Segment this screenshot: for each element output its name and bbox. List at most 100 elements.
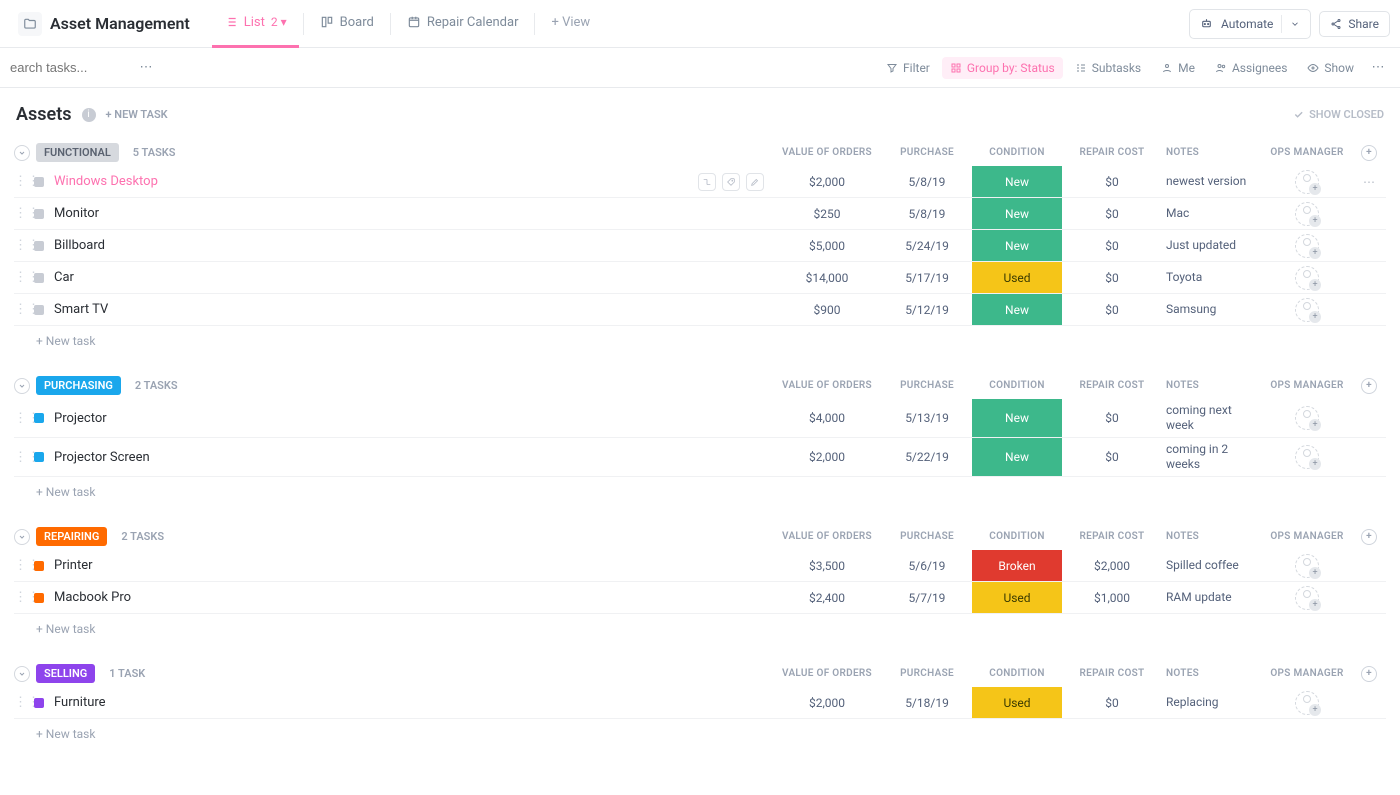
drag-handle-icon[interactable]: ⋮⋮ <box>14 695 32 710</box>
cell-value[interactable]: $4,000 <box>772 411 882 425</box>
drag-handle-icon[interactable]: ⋮⋮ <box>14 558 32 573</box>
cell-ops-manager[interactable] <box>1262 691 1352 715</box>
status-square-icon[interactable] <box>34 561 44 571</box>
cell-condition[interactable]: New <box>972 294 1062 325</box>
task-name[interactable]: Monitor <box>54 200 772 227</box>
cell-ops-manager[interactable] <box>1262 554 1352 578</box>
cell-notes[interactable]: Samsung <box>1162 298 1262 321</box>
new-task-button[interactable]: + NEW TASK <box>106 108 168 121</box>
collapse-toggle[interactable] <box>14 529 30 545</box>
task-row[interactable]: ⋮⋮Windows Desktop$2,0005/8/19New$0newest… <box>14 166 1386 198</box>
cell-condition[interactable]: Broken <box>972 550 1062 581</box>
me-button[interactable]: Me <box>1153 57 1203 79</box>
task-name[interactable]: Smart TV <box>54 296 772 323</box>
task-name[interactable]: Printer <box>54 552 772 579</box>
cell-value[interactable]: $900 <box>772 303 882 317</box>
task-row[interactable]: ⋮⋮Billboard$5,0005/24/19New$0Just update… <box>14 230 1386 262</box>
group-new-task-button[interactable]: + New task <box>14 326 1386 350</box>
condition-badge[interactable]: Used <box>972 582 1062 613</box>
add-column-button[interactable]: + <box>1352 666 1386 682</box>
cell-repair-cost[interactable]: $2,000 <box>1062 559 1162 573</box>
cell-purchase[interactable]: 5/7/19 <box>882 591 972 605</box>
drag-handle-icon[interactable]: ⋮⋮ <box>14 270 32 285</box>
cell-purchase[interactable]: 5/8/19 <box>882 207 972 221</box>
cell-purchase[interactable]: 5/22/19 <box>882 450 972 464</box>
show-closed-button[interactable]: SHOW CLOSED <box>1293 108 1384 121</box>
chevron-down-icon[interactable] <box>1290 19 1300 29</box>
collapse-toggle[interactable] <box>14 666 30 682</box>
assign-avatar-icon[interactable] <box>1295 554 1319 578</box>
cell-condition[interactable]: New <box>972 166 1062 197</box>
task-name[interactable]: Projector <box>54 405 772 432</box>
cell-notes[interactable]: coming next week <box>1162 399 1262 437</box>
status-pill[interactable]: PURCHASING <box>36 376 121 395</box>
cell-value[interactable]: $14,000 <box>772 271 882 285</box>
cell-repair-cost[interactable]: $0 <box>1062 303 1162 317</box>
tag-icon[interactable] <box>722 173 740 191</box>
group-new-task-button[interactable]: + New task <box>14 477 1386 501</box>
cell-value[interactable]: $2,000 <box>772 450 882 464</box>
cell-ops-manager[interactable] <box>1262 445 1352 469</box>
status-square-icon[interactable] <box>34 593 44 603</box>
cell-value[interactable]: $3,500 <box>772 559 882 573</box>
cell-purchase[interactable]: 5/8/19 <box>882 175 972 189</box>
cell-ops-manager[interactable] <box>1262 202 1352 226</box>
task-row[interactable]: ⋮⋮Macbook Pro$2,4005/7/19Used$1,000RAM u… <box>14 582 1386 614</box>
edit-icon[interactable] <box>746 173 764 191</box>
condition-badge[interactable]: Used <box>972 687 1062 718</box>
task-row[interactable]: ⋮⋮Furniture$2,0005/18/19Used$0Replacing <box>14 687 1386 719</box>
cell-ops-manager[interactable] <box>1262 406 1352 430</box>
collapse-toggle[interactable] <box>14 145 30 161</box>
condition-badge[interactable]: New <box>972 230 1062 261</box>
cell-notes[interactable]: newest version <box>1162 170 1262 193</box>
cell-notes[interactable]: Spilled coffee <box>1162 554 1262 577</box>
cell-ops-manager[interactable] <box>1262 298 1352 322</box>
cell-repair-cost[interactable]: $0 <box>1062 696 1162 710</box>
collapse-toggle[interactable] <box>14 378 30 394</box>
drag-handle-icon[interactable]: ⋮⋮ <box>14 206 32 221</box>
task-row[interactable]: ⋮⋮Smart TV$9005/12/19New$0Samsung <box>14 294 1386 326</box>
assign-avatar-icon[interactable] <box>1295 202 1319 226</box>
cell-value[interactable]: $250 <box>772 207 882 221</box>
cell-notes[interactable]: RAM update <box>1162 586 1262 609</box>
cell-condition[interactable]: New <box>972 230 1062 261</box>
cell-repair-cost[interactable]: $0 <box>1062 411 1162 425</box>
status-square-icon[interactable] <box>34 698 44 708</box>
task-name[interactable]: Car <box>54 264 772 291</box>
status-square-icon[interactable] <box>34 413 44 423</box>
group-new-task-button[interactable]: + New task <box>14 614 1386 638</box>
search-more-icon[interactable]: ⋯ <box>134 60 158 75</box>
share-button[interactable]: Share <box>1319 11 1390 37</box>
add-column-button[interactable]: + <box>1352 145 1386 161</box>
drag-handle-icon[interactable]: ⋮⋮ <box>14 411 32 426</box>
cell-repair-cost[interactable]: $0 <box>1062 271 1162 285</box>
task-name[interactable]: Furniture <box>54 689 772 716</box>
cell-condition[interactable]: Used <box>972 582 1062 613</box>
assignees-button[interactable]: Assignees <box>1207 57 1295 79</box>
status-square-icon[interactable] <box>34 273 44 283</box>
cell-value[interactable]: $5,000 <box>772 239 882 253</box>
drag-handle-icon[interactable]: ⋮⋮ <box>14 590 32 605</box>
assign-avatar-icon[interactable] <box>1295 406 1319 430</box>
row-more-icon[interactable]: ⋯ <box>1352 175 1386 189</box>
cell-notes[interactable]: Replacing <box>1162 691 1262 714</box>
task-name[interactable]: Projector Screen <box>54 444 772 471</box>
cell-ops-manager[interactable] <box>1262 234 1352 258</box>
info-icon[interactable]: i <box>82 108 96 122</box>
drag-handle-icon[interactable]: ⋮⋮ <box>14 174 32 189</box>
group-by-button[interactable]: Group by: Status <box>942 57 1063 79</box>
cell-condition[interactable]: New <box>972 399 1062 437</box>
assign-avatar-icon[interactable] <box>1295 445 1319 469</box>
subtask-icon[interactable] <box>698 173 716 191</box>
cell-repair-cost[interactable]: $0 <box>1062 175 1162 189</box>
cell-purchase[interactable]: 5/24/19 <box>882 239 972 253</box>
condition-badge[interactable]: New <box>972 294 1062 325</box>
cell-notes[interactable]: coming in 2 weeks <box>1162 438 1262 476</box>
assign-avatar-icon[interactable] <box>1295 298 1319 322</box>
cell-condition[interactable]: Used <box>972 687 1062 718</box>
cell-condition[interactable]: New <box>972 438 1062 476</box>
assign-avatar-icon[interactable] <box>1295 691 1319 715</box>
condition-badge[interactable]: New <box>972 438 1062 476</box>
assign-avatar-icon[interactable] <box>1295 266 1319 290</box>
toolbar-more-icon[interactable]: ⋯ <box>1366 60 1390 75</box>
